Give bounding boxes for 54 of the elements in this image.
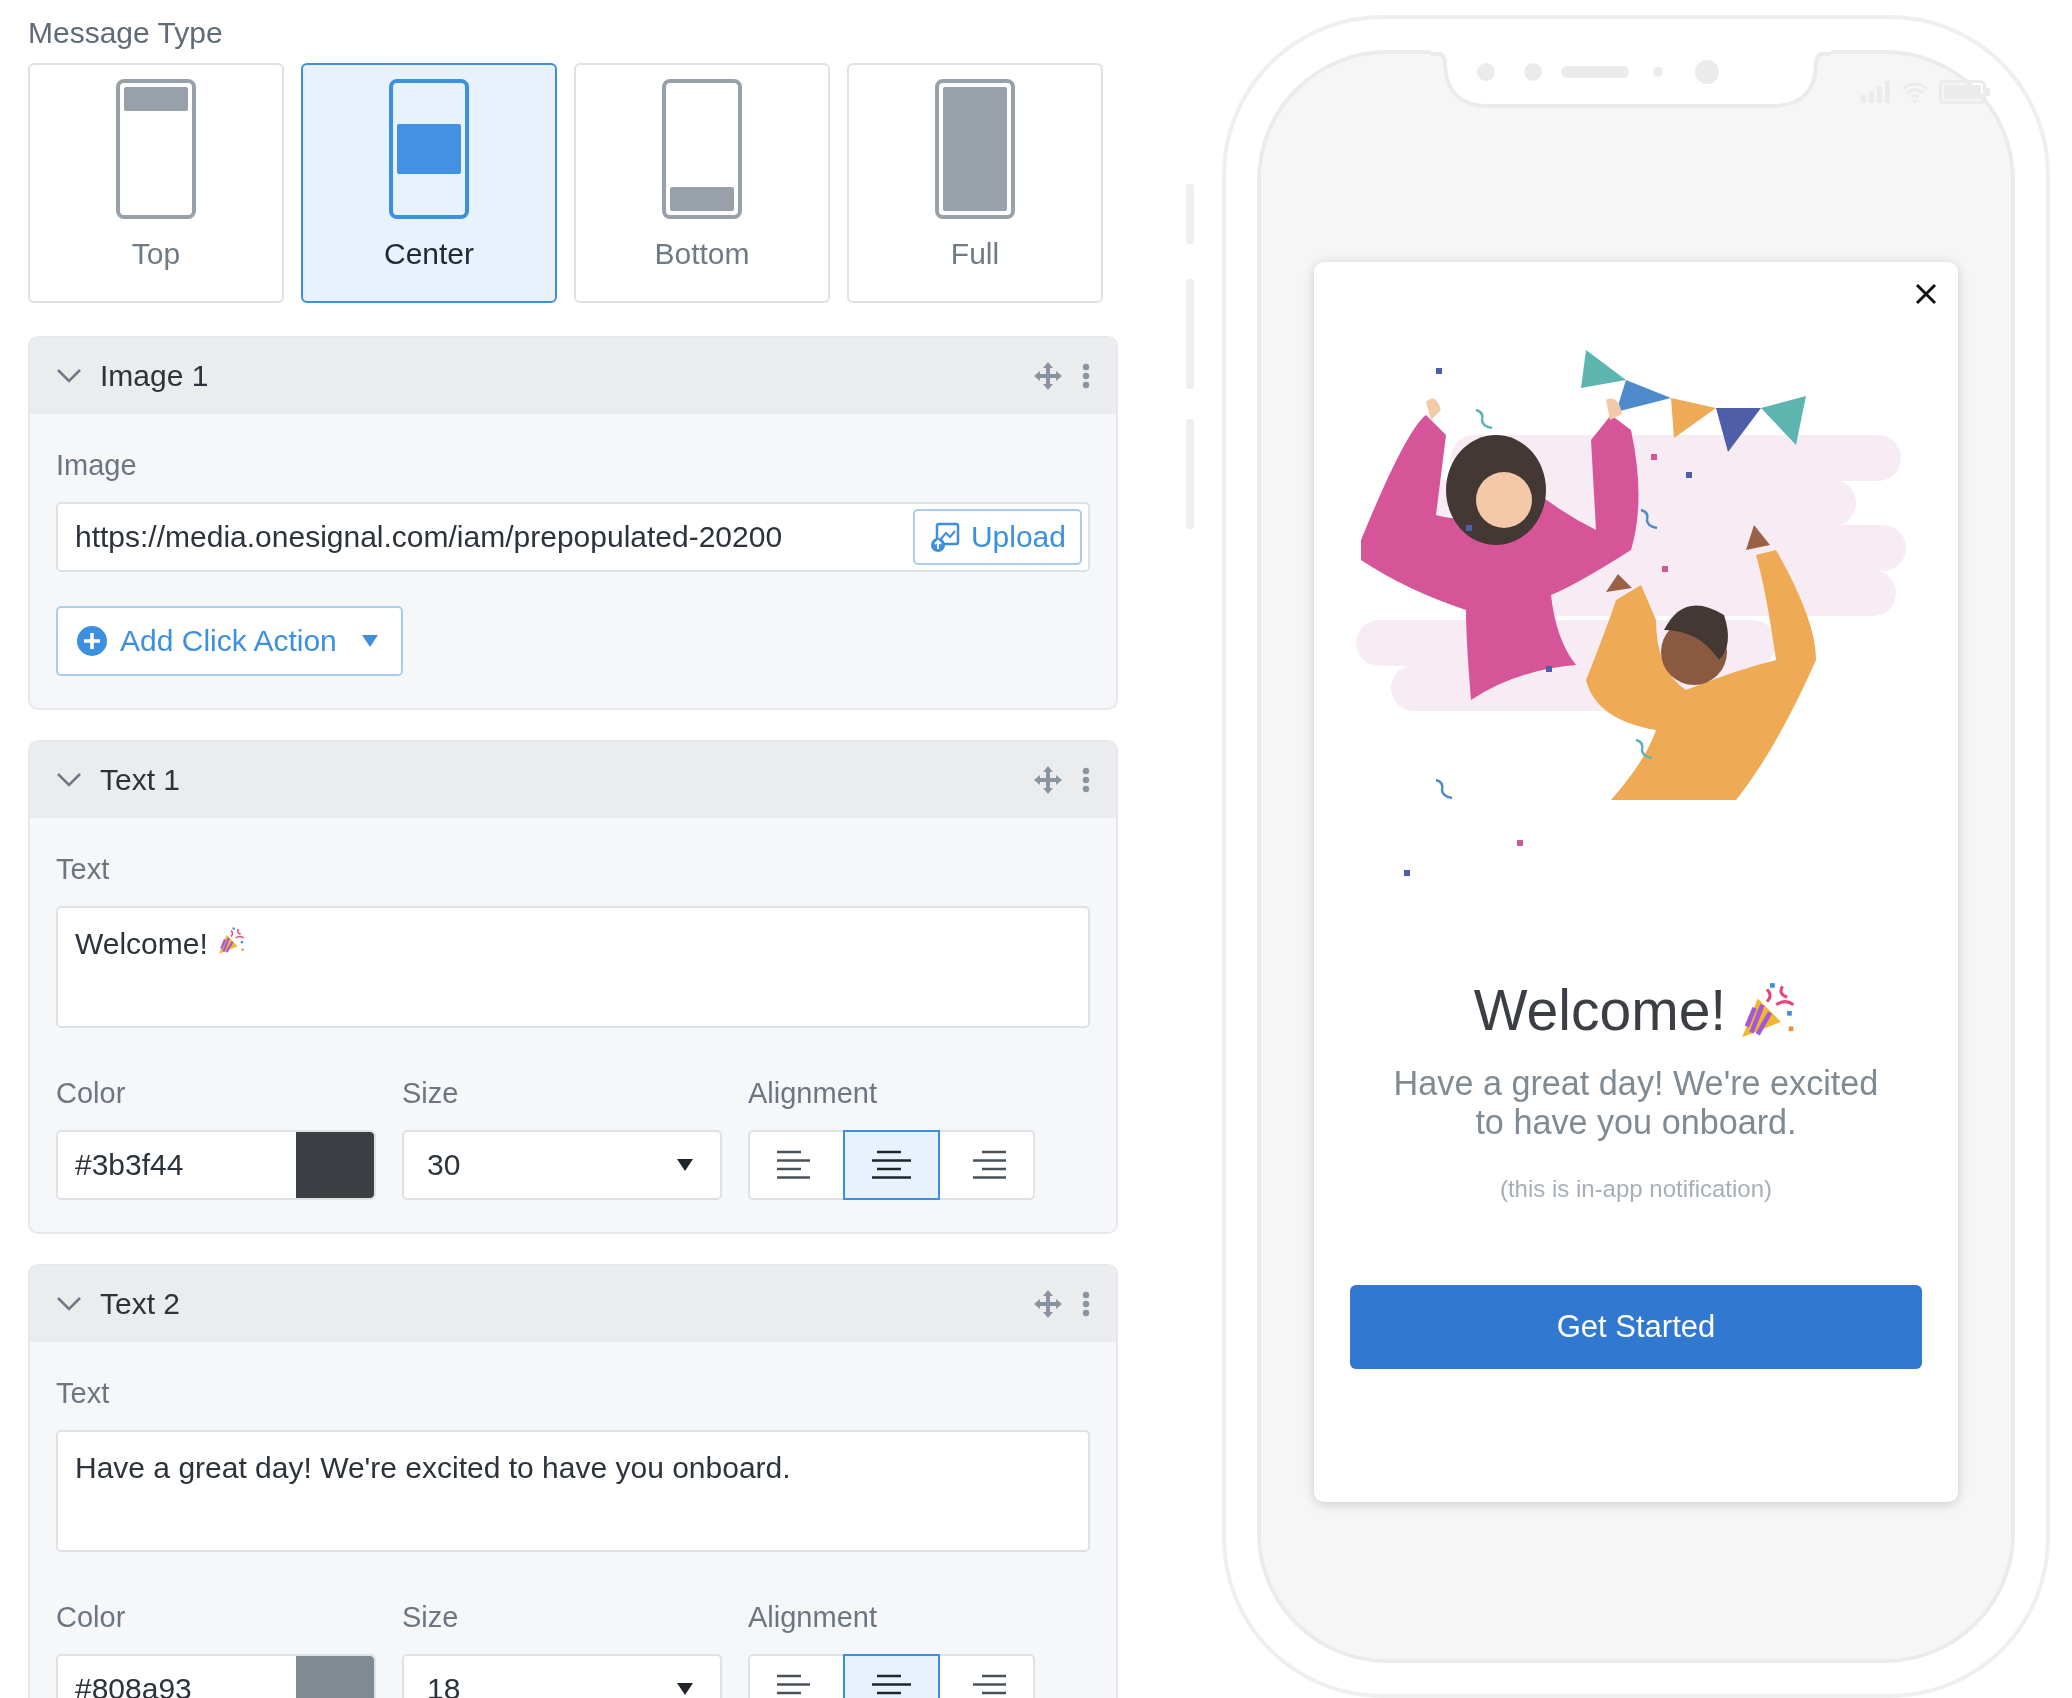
- image-url-text: https://media.onesignal.com/iam/prepopulated-20200: [75, 520, 784, 554]
- field-label: Color: [56, 1600, 127, 1634]
- message-type-option[interactable]: Center: [301, 63, 557, 303]
- phone-layout-icon: [935, 79, 1015, 219]
- more-icon[interactable]: [1082, 363, 1090, 389]
- chevron-icon[interactable]: [56, 368, 82, 384]
- size-select[interactable]: 30: [402, 1130, 722, 1200]
- block-title: Text 1: [100, 763, 182, 797]
- get-started-button[interactable]: Get Started: [1350, 1284, 1922, 1369]
- message-body: Have a great day! We're excited to have you onboard.: [1392, 1063, 1880, 1143]
- message-type-option[interactable]: Bottom: [574, 63, 830, 303]
- text-value: Have a great day! We're excited to have you onboard.: [75, 1450, 791, 1486]
- plus-icon: [76, 625, 108, 657]
- color-field[interactable]: #3b3f44: [56, 1130, 376, 1200]
- field-label: Text: [56, 852, 111, 886]
- align-right-button[interactable]: [938, 1130, 1035, 1200]
- section-label: Message Type: [28, 16, 224, 50]
- note-text: (this is in-app notification): [1498, 1174, 1774, 1203]
- color-swatch[interactable]: [296, 1132, 374, 1198]
- caret-icon: [360, 634, 379, 648]
- move-icon[interactable]: [1032, 1288, 1064, 1320]
- text-field[interactable]: Welcome!: [56, 906, 1090, 1028]
- caret-icon: [676, 1682, 694, 1696]
- move-icon[interactable]: [1032, 764, 1064, 796]
- phone-layout-icon: [389, 79, 469, 219]
- field-label: Size: [402, 1600, 460, 1634]
- close-icon[interactable]: [1914, 282, 1938, 306]
- field-label: Alignment: [748, 1076, 878, 1110]
- more-icon[interactable]: [1082, 767, 1090, 793]
- more-icon[interactable]: [1082, 1291, 1090, 1317]
- message-type-option[interactable]: Top: [28, 63, 284, 303]
- text-value: Welcome!: [75, 926, 208, 962]
- field-label: Size: [402, 1076, 460, 1110]
- message-title: Welcome!: [1473, 978, 1727, 1044]
- field-label: Color: [56, 1076, 127, 1110]
- chevron-icon[interactable]: [56, 772, 82, 788]
- phone-layout-icon: [116, 79, 196, 219]
- field-label: Alignment: [748, 1600, 878, 1634]
- image-url-field[interactable]: https://media.onesignal.com/iam/prepopulated-20200 Upload: [56, 502, 1090, 572]
- chevron-icon[interactable]: [56, 1296, 82, 1312]
- field-label: Image: [56, 448, 138, 482]
- phone-layout-icon: [662, 79, 742, 219]
- color-value: #3b3f44: [74, 1147, 185, 1183]
- field-label: Text: [56, 1376, 111, 1410]
- block-title: Image 1: [100, 359, 210, 393]
- align-center-icon: [871, 1149, 912, 1181]
- caret-icon: [676, 1158, 694, 1172]
- align-center-button[interactable]: [843, 1130, 940, 1200]
- align-left-button[interactable]: [748, 1130, 845, 1200]
- image-upload-icon: [928, 521, 961, 553]
- move-icon[interactable]: [1032, 360, 1064, 392]
- block-title: Text 2: [100, 1287, 182, 1321]
- text-field[interactable]: Have a great day! We're excited to have you onboard.: [56, 1430, 1090, 1552]
- message-type-option[interactable]: Full: [847, 63, 1103, 303]
